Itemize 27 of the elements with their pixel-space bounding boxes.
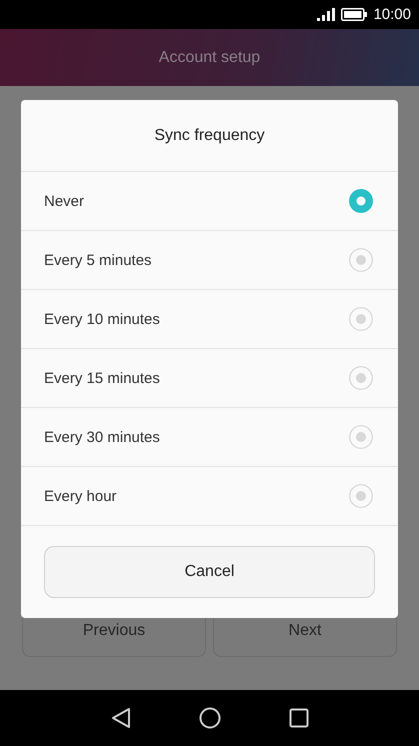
radio-button[interactable] <box>349 307 373 331</box>
status-time: 10:00 <box>373 6 411 23</box>
option-row[interactable]: Every 10 minutes <box>21 290 398 349</box>
option-row[interactable]: Every hour <box>21 467 398 526</box>
signal-icon <box>317 8 336 21</box>
option-row[interactable]: Every 5 minutes <box>21 231 398 290</box>
battery-icon <box>341 8 368 21</box>
radio-button[interactable] <box>349 189 373 213</box>
option-row[interactable]: Every 15 minutes <box>21 349 398 408</box>
option-row[interactable]: Never <box>21 172 398 231</box>
dialog-title: Sync frequency <box>154 126 265 144</box>
option-label: Every hour <box>44 488 117 504</box>
option-label: Every 30 minutes <box>44 428 160 446</box>
radio-button[interactable] <box>349 425 373 449</box>
option-label: Every 15 minutes <box>44 370 160 386</box>
cancel-button[interactable]: Cancel <box>44 546 375 598</box>
radio-button[interactable] <box>349 248 373 272</box>
screen-title: Account setup <box>158 48 260 66</box>
radio-button[interactable] <box>349 484 373 508</box>
home-icon[interactable] <box>198 707 220 729</box>
recents-icon[interactable] <box>288 708 308 728</box>
option-label: Every 10 minutes <box>44 310 160 328</box>
option-label: Never <box>44 192 84 210</box>
option-label: Every 5 minutes <box>44 252 152 268</box>
option-row[interactable]: Every 30 minutes <box>21 408 398 467</box>
back-icon[interactable] <box>110 707 130 729</box>
radio-button[interactable] <box>349 366 373 390</box>
